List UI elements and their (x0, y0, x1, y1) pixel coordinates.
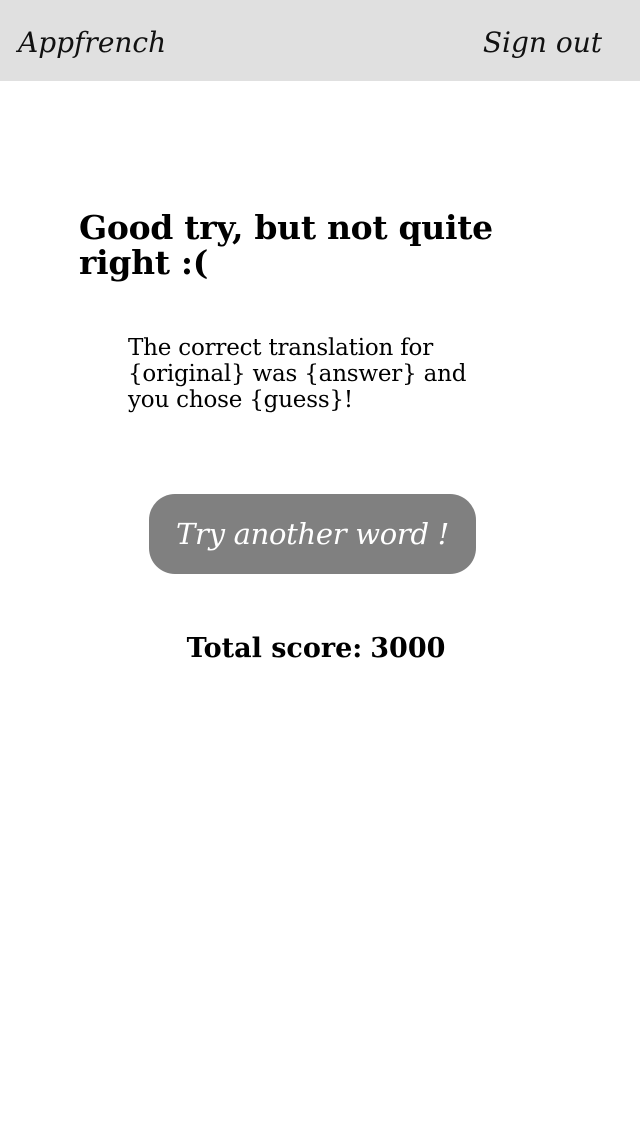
result-message: The correct translation for {original} w… (128, 335, 467, 413)
top-bar: Appfrench Sign out (0, 0, 640, 81)
total-score-value: 3000 (370, 633, 446, 664)
result-heading: Good try, but not quite right :( (79, 208, 493, 282)
total-score: Total score: 3000 (0, 630, 632, 668)
total-score-label: Total score: (186, 633, 363, 664)
sign-out-link[interactable]: Sign out (483, 24, 602, 62)
try-another-word-button[interactable]: Try another word ! (149, 494, 476, 574)
app-name-link[interactable]: Appfrench (18, 24, 166, 62)
